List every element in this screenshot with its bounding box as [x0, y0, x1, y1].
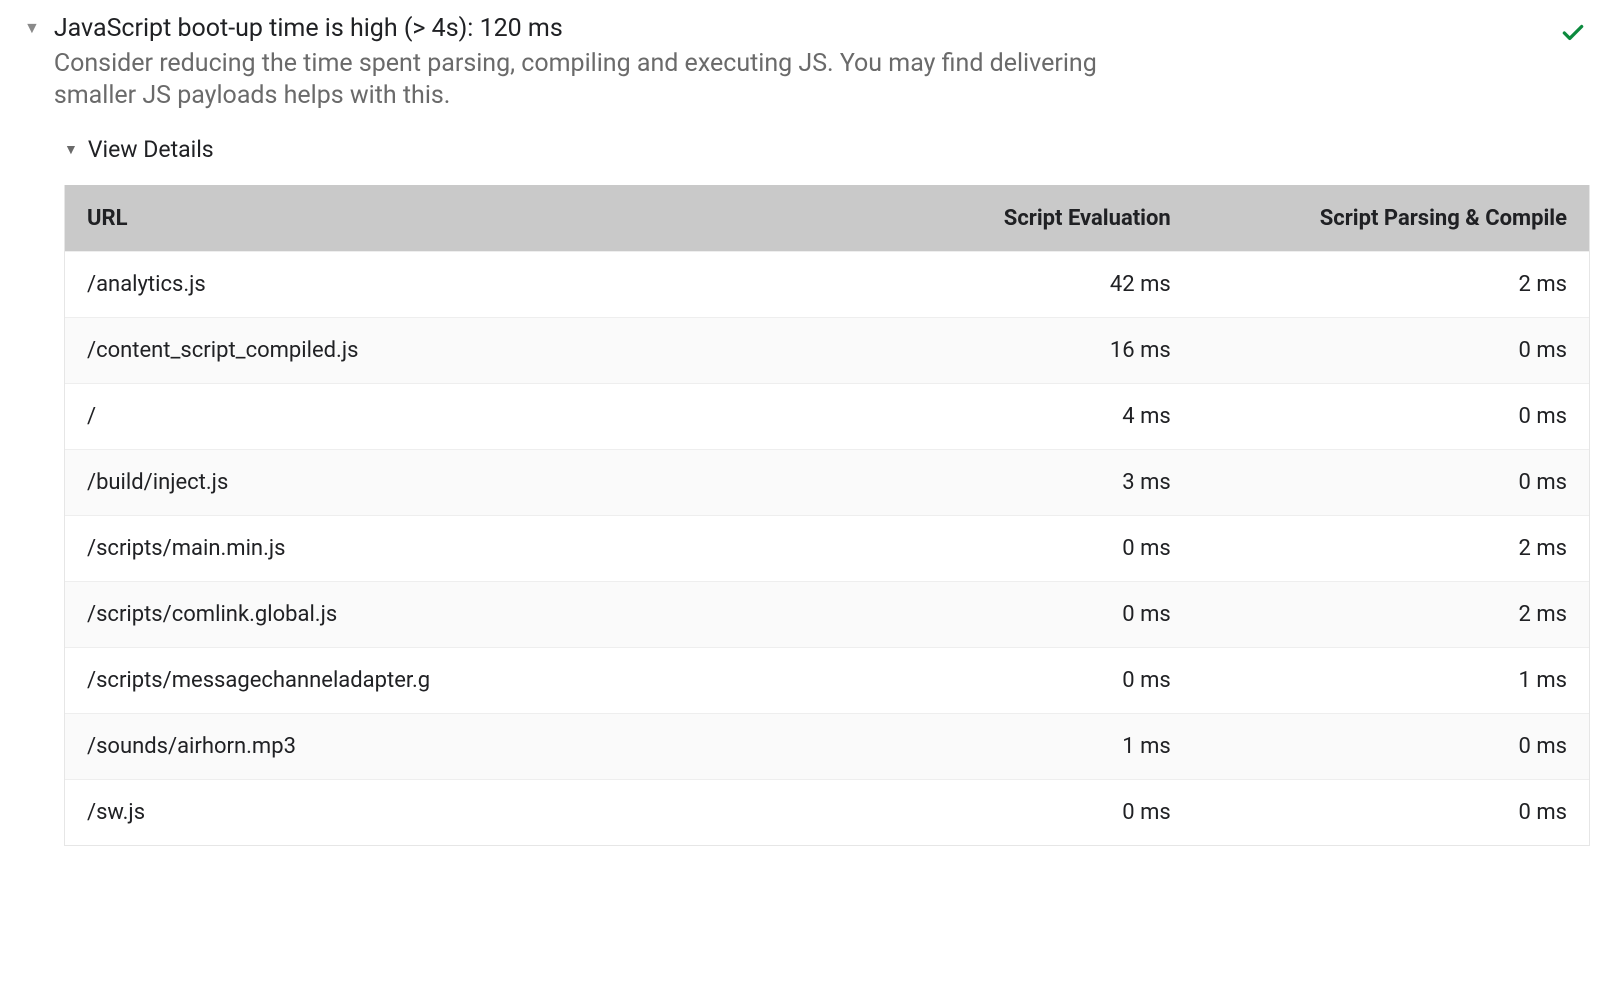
col-parse: Script Parsing & Compile	[1193, 186, 1589, 252]
table-row: /content_script_compiled.js16 ms0 ms	[65, 318, 1589, 384]
table-row: /scripts/main.min.js0 ms2 ms	[65, 516, 1589, 582]
table-row: /scripts/comlink.global.js0 ms2 ms	[65, 582, 1589, 648]
cell-url: /scripts/comlink.global.js	[65, 582, 797, 648]
table-row: /4 ms0 ms	[65, 384, 1589, 450]
cell-eval: 0 ms	[797, 516, 1193, 582]
audit-heading-block: JavaScript boot-up time is high (> 4s): …	[54, 14, 1114, 112]
cell-eval: 42 ms	[797, 252, 1193, 318]
cell-parse: 0 ms	[1193, 450, 1589, 516]
cell-url: /analytics.js	[65, 252, 797, 318]
cell-eval: 3 ms	[797, 450, 1193, 516]
cell-parse: 2 ms	[1193, 516, 1589, 582]
bootup-time-table: URL Script Evaluation Script Parsing & C…	[64, 185, 1590, 846]
cell-parse: 1 ms	[1193, 648, 1589, 714]
status-pass-icon	[1560, 20, 1586, 46]
table-row: /build/inject.js3 ms0 ms	[65, 450, 1589, 516]
cell-parse: 2 ms	[1193, 582, 1589, 648]
table-row: /sw.js0 ms0 ms	[65, 780, 1589, 846]
cell-url: /sw.js	[65, 780, 797, 846]
cell-url: /scripts/messagechanneladapter.g	[65, 648, 797, 714]
audit-details: ▼ View Details URL Script Evaluation Scr…	[64, 136, 1590, 846]
cell-eval: 0 ms	[797, 780, 1193, 846]
cell-parse: 0 ms	[1193, 714, 1589, 780]
audit-title: JavaScript boot-up time is high (> 4s): …	[54, 14, 1114, 44]
view-details-toggle[interactable]: ▼ View Details	[64, 136, 1590, 163]
audit-item: ▼ JavaScript boot-up time is high (> 4s)…	[0, 0, 1614, 886]
cell-url: /content_script_compiled.js	[65, 318, 797, 384]
cell-eval: 1 ms	[797, 714, 1193, 780]
cell-url: /sounds/airhorn.mp3	[65, 714, 797, 780]
cell-url: /scripts/main.min.js	[65, 516, 797, 582]
cell-parse: 2 ms	[1193, 252, 1589, 318]
cell-url: /build/inject.js	[65, 450, 797, 516]
audit-description: Consider reducing the time spent parsing…	[54, 48, 1114, 112]
table-row: /analytics.js42 ms2 ms	[65, 252, 1589, 318]
cell-parse: 0 ms	[1193, 780, 1589, 846]
view-details-label: View Details	[88, 136, 214, 163]
cell-url: /	[65, 384, 797, 450]
cell-eval: 0 ms	[797, 648, 1193, 714]
cell-eval: 16 ms	[797, 318, 1193, 384]
table-row: /scripts/messagechanneladapter.g0 ms1 ms	[65, 648, 1589, 714]
table-row: /sounds/airhorn.mp31 ms0 ms	[65, 714, 1589, 780]
cell-eval: 0 ms	[797, 582, 1193, 648]
cell-parse: 0 ms	[1193, 318, 1589, 384]
cell-eval: 4 ms	[797, 384, 1193, 450]
details-toggle-icon: ▼	[64, 141, 78, 158]
table-header-row: URL Script Evaluation Script Parsing & C…	[65, 186, 1589, 252]
cell-parse: 0 ms	[1193, 384, 1589, 450]
audit-toggle-icon[interactable]: ▼	[24, 14, 40, 42]
col-eval: Script Evaluation	[797, 186, 1193, 252]
col-url: URL	[65, 186, 797, 252]
